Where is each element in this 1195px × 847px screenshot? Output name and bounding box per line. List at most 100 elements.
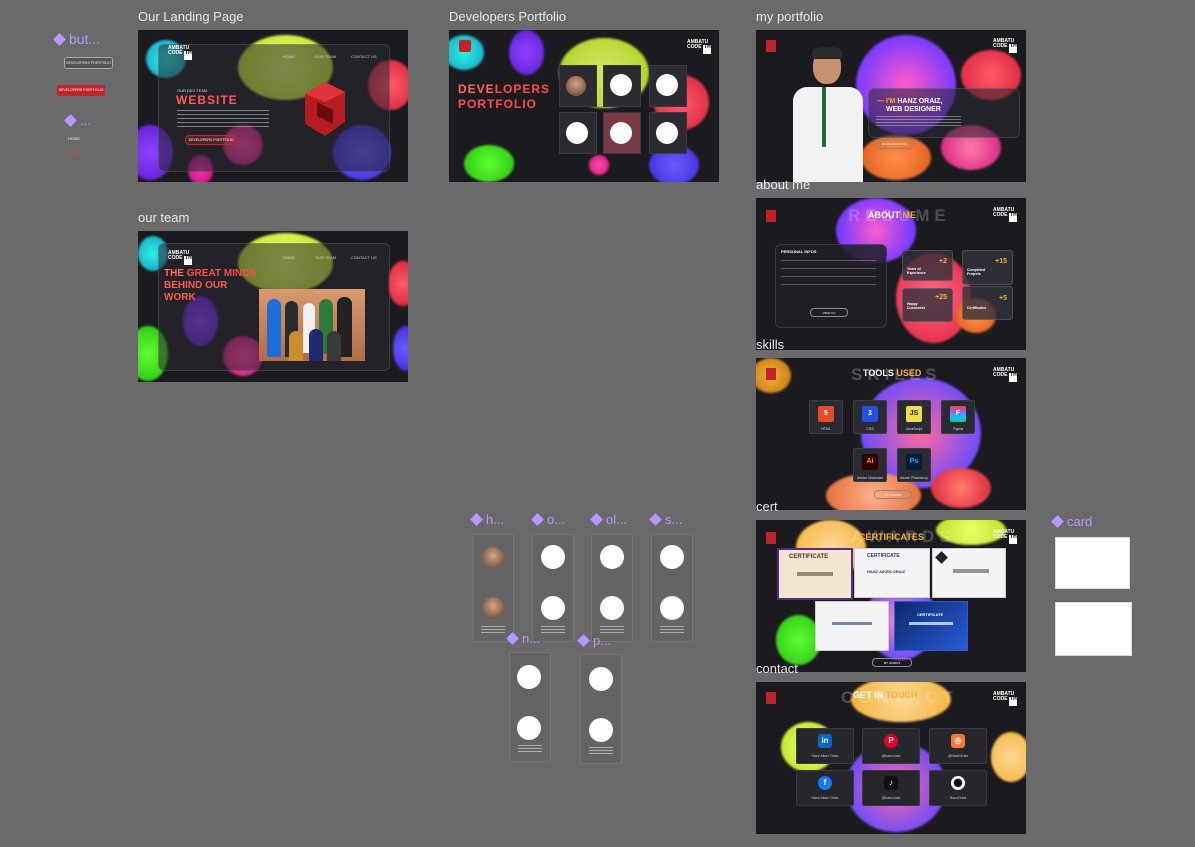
- dev-avatar-placeholder: [660, 596, 684, 620]
- dev-card-variant[interactable]: [509, 652, 551, 762]
- dev-avatar-placeholder[interactable]: [566, 122, 588, 144]
- social-card-github[interactable]: ⬤ HanzOraiz: [929, 770, 987, 806]
- frame-cert[interactable]: AWARDS CERTIFICATES AMBATU CODE TH CERTIFI…: [756, 520, 1026, 672]
- frame-landing[interactable]: AMBATU CODE TH HOME OUR TEAM CONTACT US OU…: [138, 30, 408, 182]
- frame-label-about[interactable]: about me: [756, 177, 810, 192]
- certificate-card[interactable]: CERTIFICATE: [777, 548, 853, 600]
- social-card-pinterest[interactable]: P @hanzoraiz: [862, 728, 920, 764]
- frame-label-portfolio[interactable]: my portfolio: [756, 9, 823, 24]
- team-photo: [259, 289, 365, 361]
- tool-card-html[interactable]: 5 HTML: [809, 400, 843, 434]
- my-works-button[interactable]: MY WORKS: [874, 490, 912, 499]
- contact-title: GET IN TOUCH: [853, 690, 918, 700]
- team-logo: AMBATU CODE TH: [168, 46, 193, 60]
- frame-label-team[interactable]: our team: [138, 210, 189, 225]
- nav-our-team[interactable]: OUR TEAM: [315, 255, 336, 260]
- component-icon: [64, 114, 77, 127]
- dev-avatar-placeholder[interactable]: [610, 122, 632, 144]
- tool-card-javascript[interactable]: JS JavaScript: [897, 400, 931, 434]
- tiktok-icon: ♪: [884, 776, 898, 790]
- dev-card-variant[interactable]: [591, 534, 633, 642]
- blob: [393, 326, 408, 371]
- social-card-linkedin[interactable]: in Hanz Aiken Oraiz: [796, 728, 854, 764]
- intro-paragraph: [876, 116, 961, 128]
- stat-card: +25 Happy Customers: [902, 288, 953, 322]
- component-icon: [1051, 515, 1064, 528]
- stat-card: +15 Completed Projects: [962, 250, 1013, 285]
- social-card-tiktok[interactable]: ♪ @hanzoraiz: [862, 770, 920, 806]
- nav-home[interactable]: HOME: [283, 54, 295, 59]
- dev-avatar-placeholder[interactable]: [656, 74, 678, 96]
- card-variant[interactable]: [1055, 602, 1132, 656]
- frame-contact[interactable]: CONTACT GET IN TOUCH AMBATU CODE TH in Han…: [756, 682, 1026, 834]
- component-label-nav[interactable]: ...: [64, 113, 91, 128]
- card-variant[interactable]: [1055, 537, 1130, 589]
- button-filled-sample[interactable]: DEVELOPERS PORTFOLIO: [57, 85, 105, 96]
- dev-card-variant[interactable]: [532, 534, 574, 642]
- component-label-p[interactable]: p...: [577, 633, 611, 648]
- button-outline-sample[interactable]: DEVELOPERS PORTFOLIO: [64, 57, 113, 69]
- logo-icon: [766, 40, 776, 52]
- nav-sample-1[interactable]: HOME: [68, 136, 80, 141]
- frame-label-contact[interactable]: contact: [756, 661, 798, 676]
- component-label-buttons[interactable]: but...: [53, 31, 100, 47]
- frame-team[interactable]: AMBATU CODE TH HOME OUR TEAM CONTACT US TH…: [138, 231, 408, 382]
- tool-card-illustrator[interactable]: Ai Adobe Illustrator: [853, 448, 887, 482]
- component-label-n[interactable]: n...: [506, 631, 540, 646]
- nav-home[interactable]: HOME: [283, 255, 295, 260]
- certificate-card[interactable]: [932, 548, 1006, 598]
- dev-avatar-placeholder[interactable]: [656, 122, 678, 144]
- dev-avatar-placeholder: [517, 716, 541, 740]
- figma-icon: F: [950, 406, 966, 422]
- blob: [589, 155, 609, 175]
- component-label-s[interactable]: s...: [649, 512, 682, 527]
- nav-contact-us[interactable]: CONTACT US: [351, 255, 377, 260]
- nav-our-team[interactable]: OUR TEAM: [315, 54, 336, 59]
- tool-card-css[interactable]: 3 CSS: [853, 400, 887, 434]
- frame-skills[interactable]: SKILLS TOOLS USED AMBATU CODE TH 5 HTML 3 …: [756, 358, 1026, 510]
- intro-heading: — I'M HANZ ORAIZ, WEB DESIGNER: [877, 98, 943, 113]
- social-card-instagram[interactable]: ◎ @HanzOraiz: [929, 728, 987, 764]
- profile-photo: [788, 45, 868, 182]
- frame-about[interactable]: RESUME ABOUT ME AMBATU CODE TH PERSONAL IN…: [756, 198, 1026, 350]
- cert-title: CERTIFICATES: [859, 532, 924, 542]
- dev-avatar-placeholder: [541, 596, 565, 620]
- frame-portfolio[interactable]: AMBATU CODE TH — I'M HANZ ORAIZ, WEB DESIG…: [756, 30, 1026, 182]
- dev-avatar[interactable]: [566, 76, 586, 96]
- tool-card-figma[interactable]: F Figma: [941, 400, 975, 434]
- component-label-h[interactable]: h...: [470, 512, 504, 527]
- frame-label-landing[interactable]: Our Landing Page: [138, 9, 244, 24]
- my-works-button[interactable]: MY WORKS: [872, 658, 912, 667]
- social-card-facebook[interactable]: f Hanz Aiken Oraiz: [796, 770, 854, 806]
- dev-avatar-placeholder: [541, 545, 565, 569]
- html-icon: 5: [818, 406, 834, 422]
- blob: [509, 30, 544, 75]
- developers-portfolio-button[interactable]: DEVELOPERS PORTFOLIO: [185, 135, 237, 145]
- github-icon: ⬤: [951, 776, 965, 790]
- dev-card-variant[interactable]: [651, 534, 693, 642]
- component-label-o[interactable]: o...: [531, 512, 565, 527]
- frame-devs[interactable]: AMBATU CODE TH DEVELOPERS PORTFOLIO: [449, 30, 719, 182]
- photoshop-icon: Ps: [906, 454, 922, 470]
- certificate-card[interactable]: CERTIFICATE HANZ AIKEN ORAIZ: [854, 548, 930, 598]
- nav-sample-2[interactable]: HOME: [68, 151, 80, 156]
- certificate-card[interactable]: CERTIFICATE: [894, 601, 968, 651]
- certificate-card[interactable]: [815, 601, 889, 651]
- component-icon: [649, 513, 662, 526]
- tool-card-photoshop[interactable]: Ps Adobe Photoshop: [897, 448, 931, 482]
- component-label-card[interactable]: card: [1051, 514, 1092, 529]
- 3d-logo: [303, 80, 348, 138]
- component-label-ol[interactable]: ol...: [590, 512, 627, 527]
- frame-label-cert[interactable]: cert: [756, 499, 778, 514]
- team-logo: AMBATU CODE TH: [993, 692, 1018, 706]
- frame-label-devs[interactable]: Developers Portfolio: [449, 9, 566, 24]
- dev-card-variant[interactable]: [472, 534, 514, 642]
- team-logo: AMBATU CODE TH: [993, 208, 1018, 222]
- linkedin-icon: in: [818, 734, 832, 748]
- frame-label-skills[interactable]: skills: [756, 337, 784, 352]
- view-cv-button[interactable]: VIEW CV: [810, 308, 848, 317]
- dev-avatar-placeholder[interactable]: [610, 74, 632, 96]
- more-about-me-button[interactable]: MORE ABOUT ME: [876, 139, 913, 149]
- dev-card-variant[interactable]: [580, 654, 622, 764]
- nav-contact-us[interactable]: CONTACT US: [351, 54, 377, 59]
